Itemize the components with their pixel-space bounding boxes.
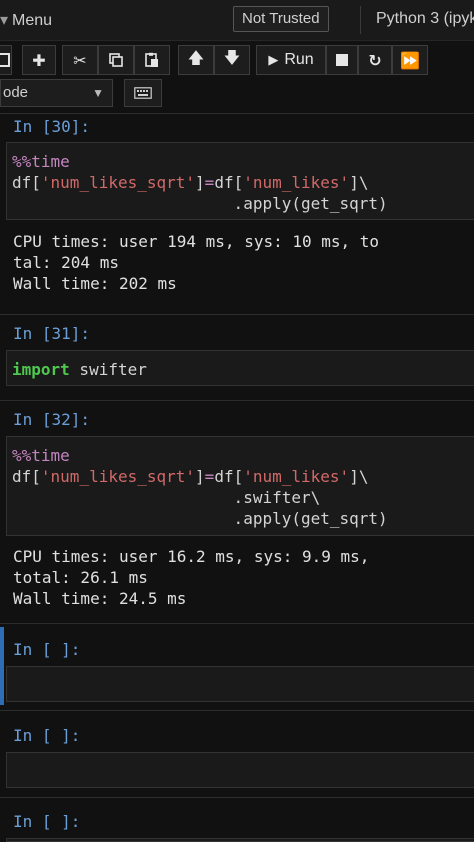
code-line: df['num_likes_sqrt']=df['num_likes']\ xyxy=(12,467,368,486)
kernel-indicator[interactable]: Python 3 (ipyk xyxy=(376,10,474,28)
menu-chevron-icon: ▾ xyxy=(0,12,9,29)
output-line: Wall time: 202 ms xyxy=(13,274,177,293)
header-divider xyxy=(360,6,361,34)
code-line: .apply(get_sqrt) xyxy=(12,194,388,213)
cell-divider xyxy=(0,797,474,798)
fast-forward-icon: ⏩ xyxy=(400,50,420,70)
menu-button[interactable]: ▾ Menu xyxy=(0,10,52,30)
cell-prompt: In [31]: xyxy=(13,324,91,343)
move-cell-up-button[interactable]: 🡅 xyxy=(178,45,214,75)
cell-input[interactable] xyxy=(6,838,474,842)
cell-divider xyxy=(0,400,474,401)
restart-run-all-button[interactable]: ⏩ xyxy=(392,45,428,75)
cell-divider xyxy=(0,314,474,315)
arrow-down-icon: 🡇 xyxy=(223,47,241,67)
code-token: df[ xyxy=(214,173,244,192)
arrow-up-icon: 🡅 xyxy=(187,47,205,67)
output-line: total: 26.1 ms xyxy=(13,568,148,587)
stop-icon xyxy=(336,54,348,66)
code-token: ]\ xyxy=(349,467,369,486)
string-literal: 'num_likes' xyxy=(243,173,350,192)
code-line: .swifter\ xyxy=(12,488,321,507)
output-line: CPU times: user 194 ms, sys: 10 ms, to xyxy=(13,232,380,251)
code-token: df[ xyxy=(12,467,41,486)
magic-command: %%time xyxy=(12,152,70,171)
output-line: CPU times: user 16.2 ms, sys: 9.9 ms, xyxy=(13,547,370,566)
code-token: ]\ xyxy=(349,173,369,192)
menu-label: Menu xyxy=(12,12,53,29)
assign-operator: = xyxy=(204,173,215,192)
cell-input[interactable] xyxy=(6,752,474,788)
restart-kernel-button[interactable]: ↻ xyxy=(358,45,392,75)
string-literal: 'num_likes_sqrt' xyxy=(40,467,196,486)
cell-prompt: In [32]: xyxy=(13,410,91,429)
import-keyword: import xyxy=(12,360,70,379)
play-icon: ▶ xyxy=(268,52,279,67)
code-token: df[ xyxy=(214,467,244,486)
cell-type-value: ode xyxy=(3,84,29,101)
cell-divider xyxy=(0,623,474,624)
cell-prompt: In [ ]: xyxy=(13,726,81,745)
cell-type-select[interactable]: ode ▼ xyxy=(0,79,113,107)
cell-prompt: In [ ]: xyxy=(13,640,81,659)
code-token: swifter xyxy=(69,360,147,379)
insert-cell-button[interactable]: ✚ xyxy=(22,45,56,75)
clipboard-icon xyxy=(145,52,158,67)
code-line: import swifter xyxy=(12,360,147,379)
string-literal: 'num_likes' xyxy=(243,467,350,486)
restart-icon: ↻ xyxy=(368,50,382,70)
assign-operator: = xyxy=(204,467,215,486)
plus-icon: ✚ xyxy=(32,50,46,70)
cell-divider xyxy=(0,113,474,114)
code-token: ] xyxy=(195,467,205,486)
move-cell-down-button[interactable]: 🡇 xyxy=(214,45,250,75)
save-button[interactable] xyxy=(0,45,12,75)
chevron-down-icon: ▼ xyxy=(92,86,104,100)
cell-prompt: In [ ]: xyxy=(13,812,81,831)
notebook-header: ▾ Menu Not Trusted Python 3 (ipyk xyxy=(0,0,474,41)
code-line: .apply(get_sqrt) xyxy=(12,509,388,528)
cut-cell-button[interactable]: ✂ xyxy=(62,45,98,75)
string-literal: 'num_likes_sqrt' xyxy=(40,173,196,192)
code-line: %%time xyxy=(12,152,70,171)
output-line: tal: 204 ms xyxy=(13,253,119,272)
not-trusted-button[interactable]: Not Trusted xyxy=(233,6,329,32)
copy-cell-button[interactable] xyxy=(98,45,134,75)
notebook-toolbar: ✚ ✂ 🡅 🡇 ▶ Run ↻ ⏩ ode ▼ xyxy=(0,44,474,112)
selected-cell-indicator xyxy=(0,627,4,705)
interrupt-kernel-button[interactable] xyxy=(326,45,358,75)
keyboard-icon xyxy=(134,87,152,99)
code-token: ] xyxy=(195,173,205,192)
cell-input[interactable] xyxy=(6,666,474,702)
scissors-icon: ✂ xyxy=(73,50,87,70)
code-line: df['num_likes_sqrt']=df['num_likes']\ xyxy=(12,173,368,192)
run-button[interactable]: ▶ Run xyxy=(256,45,326,75)
cell-divider xyxy=(0,710,474,711)
code-line: %%time xyxy=(12,446,70,465)
output-line: Wall time: 24.5 ms xyxy=(13,589,187,608)
cell-prompt: In [30]: xyxy=(13,117,91,136)
code-token: df[ xyxy=(12,173,41,192)
command-palette-button[interactable] xyxy=(124,79,162,107)
save-icon xyxy=(0,53,10,67)
run-label: Run xyxy=(284,51,314,68)
magic-command: %%time xyxy=(12,446,70,465)
paste-cell-button[interactable] xyxy=(134,45,170,75)
copy-icon xyxy=(109,53,123,67)
